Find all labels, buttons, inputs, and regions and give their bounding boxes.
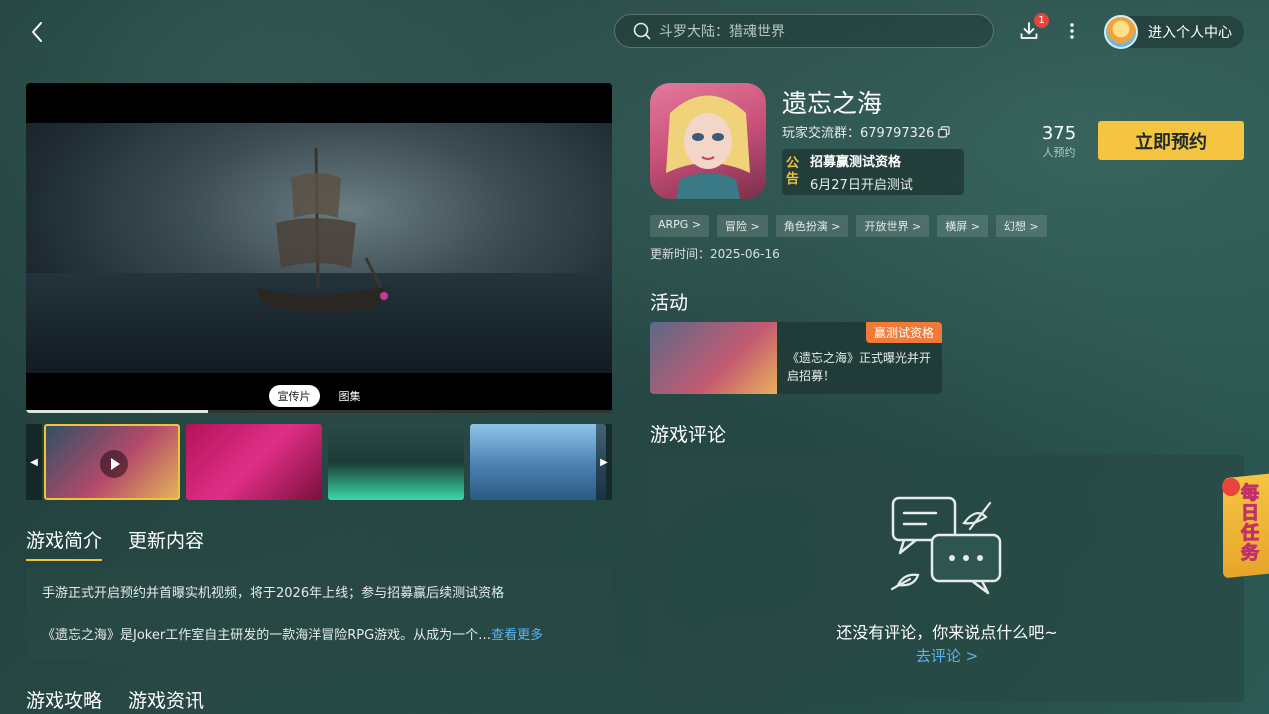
reviews-heading: 游戏评论 (650, 424, 727, 446)
empty-reviews-text: 还没有评论，你来说点什么吧~ (836, 623, 1058, 642)
intro-tab-bar: 游戏简介 更新内容 (26, 526, 204, 561)
game-icon (650, 83, 766, 199)
tab-game-intro[interactable]: 游戏简介 (26, 526, 103, 561)
activity-text: 《遗忘之海》正式曝光并开启招募！ (787, 351, 932, 383)
chevron-left-icon (32, 22, 42, 42)
video-tab-bar: 宣传片 图集 (26, 385, 612, 407)
announcement-title: 招募赢测试资格 (810, 155, 902, 170)
player-group: 玩家交流群：679797326 (782, 122, 951, 141)
reservation-count: 375 人预约 (1040, 123, 1078, 160)
activity-card[interactable]: 赢测试资格 《遗忘之海》正式曝光并开启招募！ (650, 322, 942, 394)
tag-rpg[interactable]: 角色扮演 > (775, 215, 849, 237)
read-more-link[interactable]: 查看更多 (491, 628, 543, 643)
thumbnail-image[interactable] (470, 424, 606, 500)
more-menu-button[interactable] (1064, 21, 1080, 41)
announcement-tag: 公告 (786, 156, 800, 187)
thumbnail-image[interactable] (186, 424, 322, 500)
user-center-label: 进入个人中心 (1148, 25, 1232, 41)
tag-adventure[interactable]: 冒险 > (717, 215, 768, 237)
tag-fantasy[interactable]: 幻想 > (995, 215, 1047, 237)
back-button[interactable] (26, 20, 50, 44)
thumb-next-button[interactable]: ▶ (596, 424, 612, 500)
video-progress-bar[interactable] (26, 410, 612, 413)
tab-game-guide[interactable]: 游戏攻略 (26, 686, 102, 714)
thumb-prev-button[interactable]: ◀ (26, 424, 42, 500)
announcement-subtitle: 6月27日开启测试 (810, 178, 913, 193)
search-icon (633, 22, 651, 40)
thumbnail-image[interactable] (328, 424, 464, 500)
intro-summary: 手游正式开启预约并首曝实机视频，将于2026年上线；参与招募赢后续测试资格 (42, 586, 505, 601)
tab-update-content[interactable]: 更新内容 (128, 526, 204, 561)
reservation-label: 人预约 (1042, 146, 1076, 159)
reviews-panel: 还没有评论，你来说点什么吧~ 去评论 > (650, 455, 1244, 702)
daily-task-label: 每日任务 (1241, 483, 1260, 564)
avatar (1104, 15, 1138, 49)
reserve-button[interactable]: 立即预约 (1098, 121, 1244, 160)
tab-trailer[interactable]: 宣传片 (268, 385, 320, 407)
thumbnail-video[interactable] (44, 424, 180, 500)
ship-illustration (256, 147, 388, 312)
empty-comments-icon (890, 496, 1002, 595)
video-progress-fill (26, 410, 208, 413)
search-placeholder: 斗罗大陆：猎魂世界 (659, 24, 785, 40)
write-review-link[interactable]: 去评论 > (650, 645, 1244, 666)
more-vertical-icon (1070, 23, 1074, 39)
tab-game-news[interactable]: 游戏资讯 (128, 686, 204, 714)
intro-panel: 手游正式开启预约并首曝实机视频，将于2026年上线；参与招募赢后续测试资格 《遗… (26, 567, 612, 660)
video-player[interactable]: 宣传片 图集 (26, 83, 612, 413)
thumbnail-strip: ◀ ▶ (26, 424, 612, 500)
search-input[interactable]: 斗罗大陆：猎魂世界 (614, 14, 994, 48)
player-group-label: 玩家交流群：679797326 (782, 126, 935, 141)
update-time: 更新时间：2025-06-16 (650, 247, 780, 261)
reservation-number: 375 (1041, 123, 1077, 144)
user-center-button[interactable]: 进入个人中心 (1104, 15, 1244, 49)
activity-image (650, 322, 777, 394)
download-count-badge: 1 (1034, 13, 1049, 28)
genre-tags: ARPG > 冒险 > 角色扮演 > 开放世界 > 横屏 > 幻想 > (650, 215, 1047, 237)
tab-gallery[interactable]: 图集 (330, 385, 370, 407)
game-title: 遗忘之海 (782, 89, 883, 118)
caret-left-icon: ◀ (30, 456, 38, 468)
caret-right-icon: ▶ (600, 456, 608, 468)
tag-landscape[interactable]: 横屏 > (937, 215, 988, 237)
guide-tab-bar: 游戏攻略 游戏资讯 (26, 686, 204, 714)
activity-badge: 赢测试资格 (865, 322, 942, 343)
intro-description-text: 《遗忘之海》是Joker工作室自主研发的一款海洋冒险RPG游戏。从成为一个… (42, 628, 492, 643)
announcement-text: 招募赢测试资格 6月27日开启测试 (810, 151, 913, 193)
activity-heading: 活动 (650, 292, 689, 314)
copy-icon[interactable] (938, 125, 951, 138)
game-character-illustration (666, 95, 750, 199)
tag-open-world[interactable]: 开放世界 > (856, 215, 930, 237)
intro-description: 《遗忘之海》是Joker工作室自主研发的一款海洋冒险RPG游戏。从成为一个…查看… (42, 627, 596, 645)
announcement-card[interactable]: 公告 招募赢测试资格 6月27日开启测试 (782, 149, 964, 195)
play-icon (100, 450, 128, 478)
tag-arpg[interactable]: ARPG > (650, 215, 710, 237)
